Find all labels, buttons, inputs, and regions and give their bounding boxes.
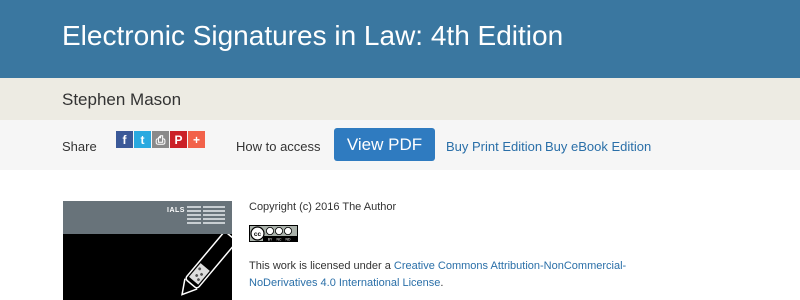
creative-commons-license-badge[interactable]: cc BY NC ND bbox=[249, 225, 298, 242]
license-text-prefix: This work is licensed under a bbox=[249, 260, 394, 272]
cover-publisher-text bbox=[187, 206, 201, 226]
cover-publisher-logo: IALS bbox=[167, 207, 185, 214]
facebook-icon[interactable]: f bbox=[116, 131, 133, 148]
cc-by-nc-nd-icon: cc BY NC ND bbox=[250, 226, 297, 241]
twitter-icon[interactable]: t bbox=[134, 131, 151, 148]
svg-text:cc: cc bbox=[254, 231, 262, 238]
svg-text:BY: BY bbox=[268, 237, 273, 241]
svg-text:NC: NC bbox=[277, 237, 282, 241]
more-share-icon[interactable]: + bbox=[188, 131, 205, 148]
share-label: Share bbox=[62, 139, 97, 154]
view-pdf-button[interactable]: View PDF bbox=[334, 128, 435, 161]
how-to-access-label: How to access bbox=[236, 139, 321, 154]
license-statement: This work is licensed under a Creative C… bbox=[249, 258, 689, 292]
print-icon[interactable]: ⎙ bbox=[152, 131, 169, 148]
author-name: Stephen Mason bbox=[62, 90, 182, 109]
cover-series-text bbox=[203, 206, 225, 226]
buy-print-edition-link[interactable]: Buy Print Edition bbox=[446, 139, 542, 154]
svg-text:ND: ND bbox=[286, 237, 291, 241]
buy-ebook-edition-link[interactable]: Buy eBook Edition bbox=[545, 139, 651, 154]
pinterest-icon[interactable]: P bbox=[170, 131, 187, 148]
social-share-buttons: f t ⎙ P + bbox=[116, 131, 205, 148]
page-title: Electronic Signatures in Law: 4th Editio… bbox=[62, 20, 564, 51]
book-cover-image[interactable]: IALS bbox=[63, 201, 232, 300]
cover-header-strip: IALS bbox=[63, 201, 232, 234]
copyright-notice: Copyright (c) 2016 The Author bbox=[249, 201, 397, 213]
license-text-suffix: . bbox=[440, 277, 444, 289]
pen-nib-illustration bbox=[181, 234, 232, 296]
